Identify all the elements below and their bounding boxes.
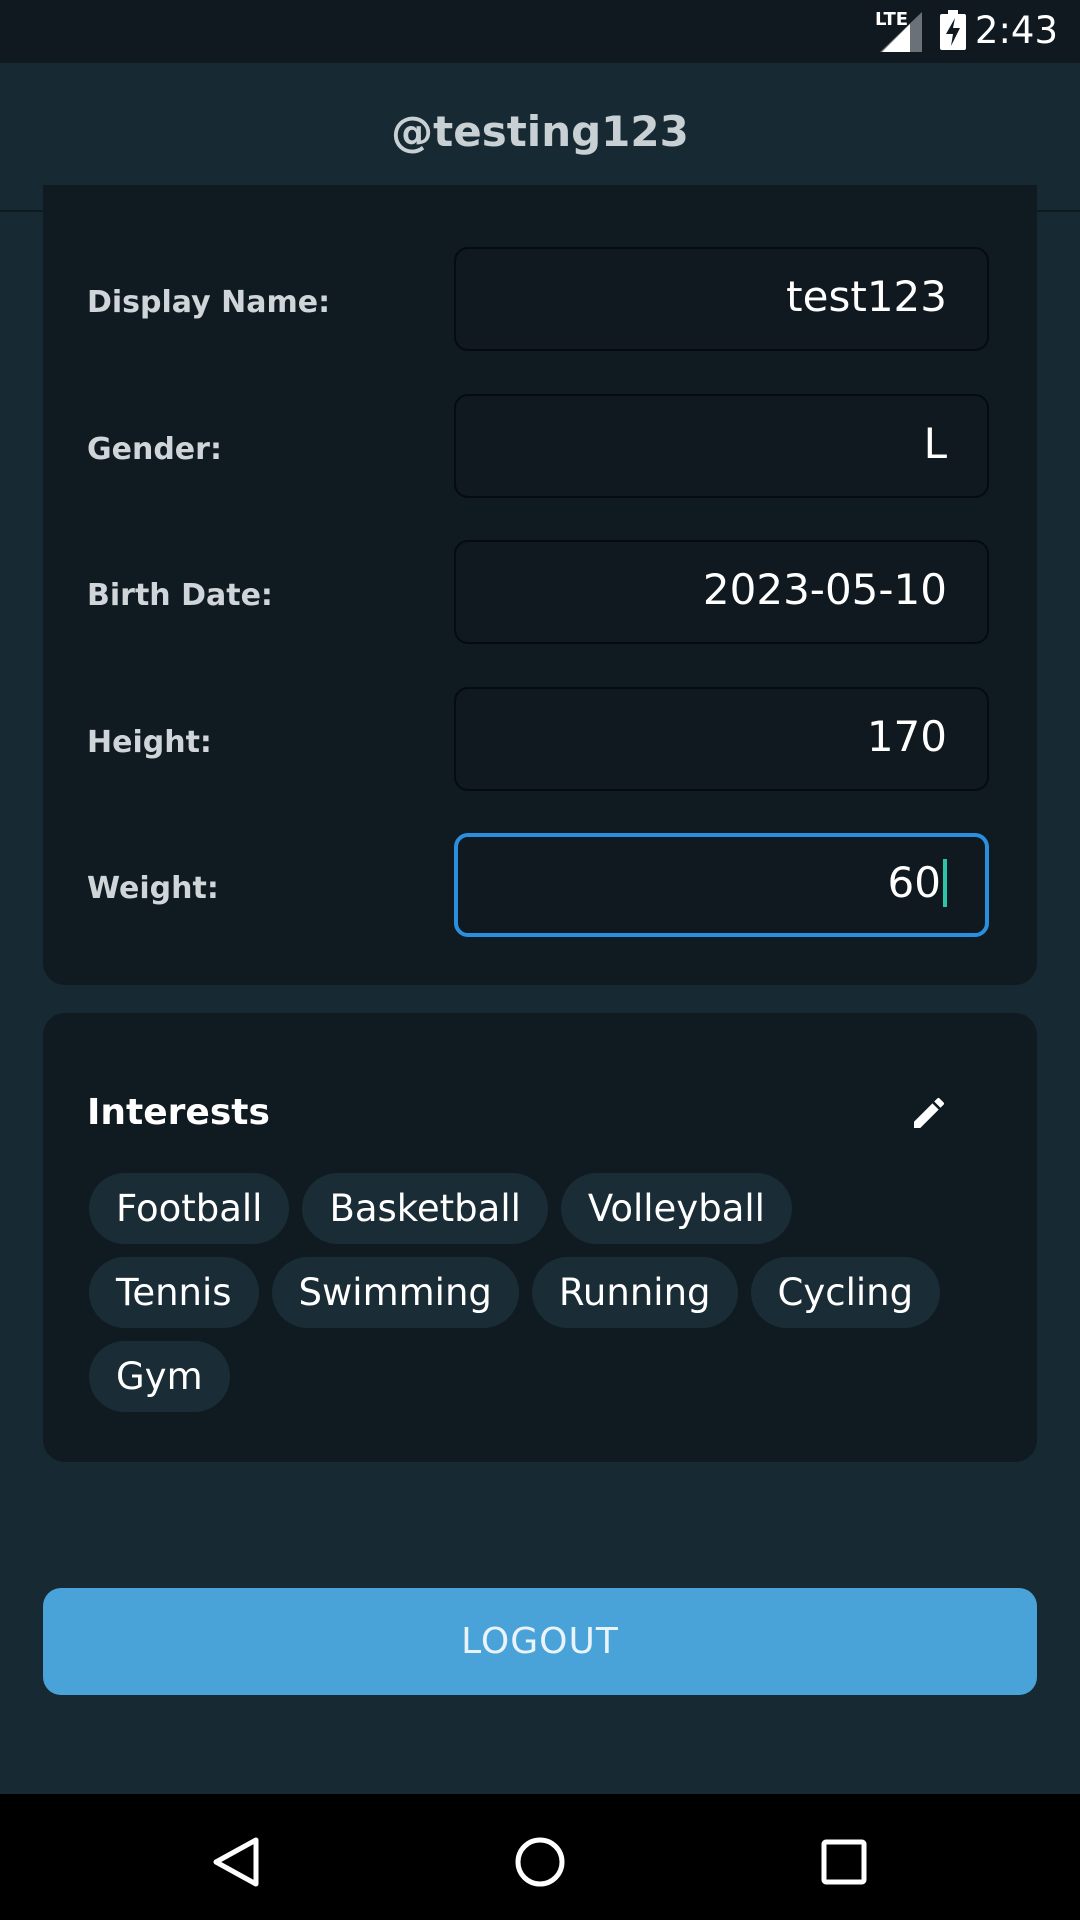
- back-icon[interactable]: [206, 1832, 266, 1892]
- interest-tag[interactable]: Running: [531, 1257, 738, 1328]
- page-title: @testing123: [391, 107, 689, 156]
- logout-button[interactable]: LOGOUT: [43, 1588, 1037, 1695]
- interest-tags: Football Basketball Volleyball Tennis Sw…: [89, 1173, 1009, 1425]
- interest-tag[interactable]: Basketball: [302, 1173, 548, 1244]
- weight-value: 60: [887, 858, 941, 907]
- birth-date-field[interactable]: 2023-05-10: [454, 540, 989, 644]
- navigation-bar: [0, 1794, 1080, 1920]
- text-cursor: [943, 858, 947, 907]
- interests-card: Interests Football Basketball Volleyball…: [43, 1013, 1037, 1462]
- interest-tag[interactable]: Cycling: [750, 1257, 941, 1328]
- home-icon[interactable]: [510, 1832, 570, 1892]
- interest-tag[interactable]: Tennis: [89, 1257, 259, 1328]
- clock: 2:43: [974, 9, 1058, 52]
- gender-label: Gender:: [87, 432, 222, 467]
- interest-tag[interactable]: Football: [89, 1173, 290, 1244]
- gender-row: Gender: L: [43, 394, 1037, 502]
- battery-charging-icon: [940, 10, 966, 50]
- interest-tag[interactable]: Gym: [89, 1341, 230, 1412]
- display-name-field[interactable]: test123: [454, 247, 989, 351]
- display-name-row: Display Name: test123: [43, 247, 1037, 355]
- birth-date-row: Birth Date: 2023-05-10: [43, 540, 1037, 648]
- birth-date-label: Birth Date:: [87, 578, 273, 613]
- weight-label: Weight:: [87, 871, 219, 906]
- interest-tag[interactable]: Volleyball: [560, 1173, 792, 1244]
- display-name-label: Display Name:: [87, 285, 331, 320]
- interest-tag[interactable]: Swimming: [271, 1257, 519, 1328]
- height-field[interactable]: 170: [454, 687, 989, 791]
- weight-row: Weight: 60: [43, 833, 1037, 941]
- status-bar: LTE 2:43: [0, 0, 1080, 63]
- interests-title: Interests: [87, 1092, 270, 1133]
- weight-field[interactable]: 60: [454, 833, 989, 937]
- gender-field[interactable]: L: [454, 394, 989, 498]
- height-row: Height: 170: [43, 687, 1037, 795]
- height-label: Height:: [87, 725, 212, 760]
- profile-card: Display Name: test123 Gender: L Birth Da…: [43, 185, 1037, 985]
- pencil-edit-icon[interactable]: [909, 1093, 949, 1133]
- signal-icon: [880, 12, 922, 52]
- recents-icon[interactable]: [814, 1832, 874, 1892]
